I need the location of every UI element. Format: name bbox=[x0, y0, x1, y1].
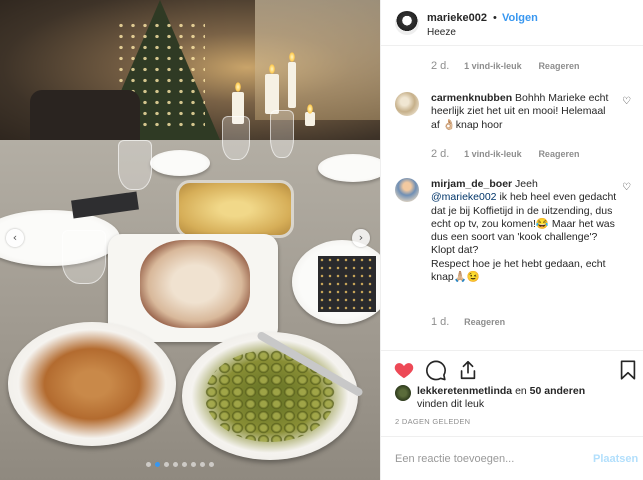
post-header: marieke002 • Volgen Heeze bbox=[381, 0, 643, 46]
share-icon[interactable] bbox=[457, 359, 479, 381]
dinner-plate bbox=[150, 150, 210, 176]
dinner-plate bbox=[318, 154, 380, 182]
add-comment-bar: Plaatsen bbox=[381, 436, 643, 480]
likes-others-link[interactable]: 50 anderen bbox=[530, 385, 585, 397]
avatar[interactable] bbox=[395, 385, 411, 401]
avatar[interactable] bbox=[395, 11, 419, 35]
comment-time[interactable]: 2 d. bbox=[431, 148, 449, 160]
post-side-panel: marieke002 • Volgen Heeze 2 d. 1 vind-ik… bbox=[380, 0, 643, 480]
wine-glass bbox=[222, 116, 250, 160]
location-link[interactable]: Heeze bbox=[427, 27, 456, 38]
comment-likes[interactable]: 1 vind-ik-leuk bbox=[464, 149, 522, 159]
roast-meat bbox=[140, 240, 250, 328]
post-timestamp[interactable]: 2 DAGEN GELEDEN bbox=[395, 417, 470, 426]
avatar[interactable] bbox=[395, 92, 419, 116]
likes-text: lekkeretenmetlinda en 50 anderen vinden … bbox=[417, 385, 627, 411]
water-glass bbox=[62, 230, 106, 284]
heart-icon[interactable] bbox=[393, 359, 415, 381]
carousel-dot bbox=[146, 462, 151, 467]
comment-username[interactable]: carmenknubben bbox=[431, 92, 512, 104]
comment-body-intro: Jeeh bbox=[515, 178, 538, 190]
heart-icon[interactable]: ♡ bbox=[622, 182, 634, 194]
reply-button[interactable]: Reageren bbox=[538, 61, 579, 71]
avatar[interactable] bbox=[395, 178, 419, 202]
reply-button[interactable]: Reageren bbox=[538, 149, 579, 159]
candle-flame bbox=[307, 104, 313, 114]
comment-meta: 2 d. 1 vind-ik-leuk Reageren bbox=[431, 148, 593, 160]
carousel-dot bbox=[164, 462, 169, 467]
carousel-dot bbox=[191, 462, 196, 467]
heart-icon[interactable]: ♡ bbox=[622, 96, 634, 108]
carousel-dot bbox=[155, 462, 160, 467]
candle bbox=[288, 62, 296, 108]
likes-connector: en bbox=[515, 385, 527, 397]
comment-meta: 2 d. 1 vind-ik-leuk Reageren bbox=[431, 60, 593, 72]
wine-glass bbox=[270, 110, 294, 158]
comment-likes[interactable]: 1 vind-ik-leuk bbox=[464, 61, 522, 71]
separator: • bbox=[493, 12, 497, 24]
comment-username[interactable]: mirjam_de_boer bbox=[431, 178, 512, 190]
napkin bbox=[318, 256, 376, 312]
comment-time[interactable]: 2 d. bbox=[431, 60, 449, 72]
wine-glass bbox=[118, 140, 152, 190]
carousel-indicator bbox=[146, 462, 214, 467]
carousel-dot bbox=[200, 462, 205, 467]
candle-flame bbox=[289, 52, 295, 62]
carousel-prev-button[interactable]: ‹ bbox=[6, 229, 24, 247]
post-comment-button[interactable]: Plaatsen bbox=[593, 453, 638, 465]
comment-input[interactable] bbox=[395, 451, 575, 467]
post-author-username[interactable]: marieke002 bbox=[427, 12, 487, 24]
comment-meta: 1 d. Reageren bbox=[431, 316, 519, 328]
mention-link[interactable]: @marieke002 bbox=[431, 191, 497, 203]
candle bbox=[305, 112, 315, 126]
comment-body-2: Respect hoe je het hebt gedaan, echt kna… bbox=[431, 257, 606, 284]
candle-flame bbox=[235, 82, 241, 92]
gratin-dish bbox=[176, 180, 294, 238]
comment-text: carmenknubben Bohhh Marieke echt heerlij… bbox=[431, 92, 617, 132]
carousel-dot bbox=[173, 462, 178, 467]
bookmark-icon[interactable] bbox=[617, 359, 639, 381]
carousel-next-button[interactable]: › bbox=[352, 229, 370, 247]
candle-flame bbox=[269, 64, 275, 74]
first-liker-username[interactable]: lekkeretenmetlinda bbox=[417, 385, 512, 397]
apple-bowl bbox=[8, 322, 176, 446]
carousel-dot bbox=[209, 462, 214, 467]
likes-suffix: vinden dit leuk bbox=[417, 398, 485, 410]
carousel-dot bbox=[182, 462, 187, 467]
post-photo[interactable]: ‹ › bbox=[0, 0, 380, 480]
comment-time[interactable]: 1 d. bbox=[431, 316, 449, 328]
comment-text: mirjam_de_boer Jeeh @marieke002 ik heb h… bbox=[431, 178, 617, 284]
comments-list[interactable]: 2 d. 1 vind-ik-leuk Reageren carmenknubb… bbox=[381, 46, 643, 350]
candle bbox=[265, 74, 279, 114]
comment-icon[interactable] bbox=[425, 359, 447, 381]
reply-button[interactable]: Reageren bbox=[464, 317, 505, 327]
follow-button[interactable]: Volgen bbox=[502, 12, 538, 24]
